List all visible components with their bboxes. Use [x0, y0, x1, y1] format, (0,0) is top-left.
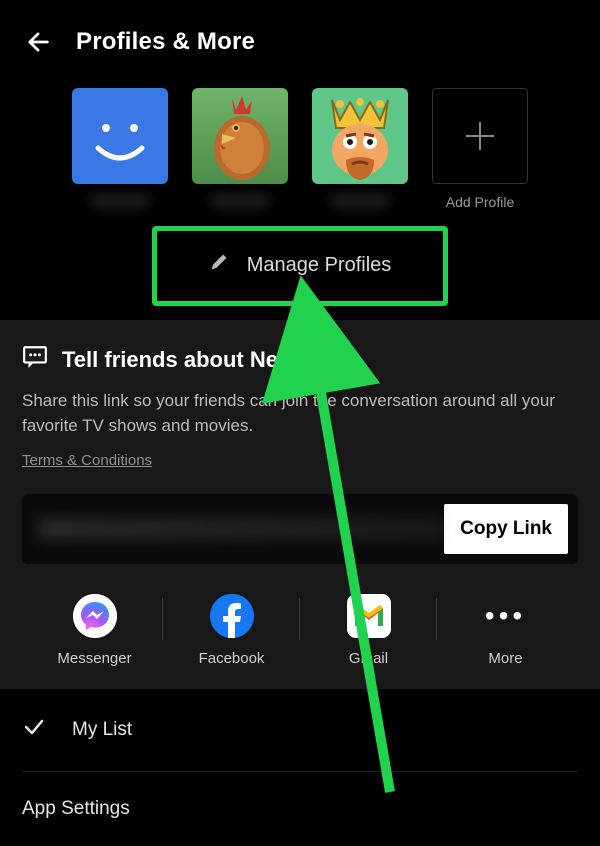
profile-tile[interactable] — [312, 88, 408, 212]
add-profile-label: Add Profile — [446, 194, 514, 210]
menu-item-label: App Settings — [22, 798, 130, 820]
share-card: Tell friends about Netflix. Share this l… — [0, 320, 600, 689]
messenger-icon — [73, 594, 117, 638]
share-description: Share this link so your friends can join… — [22, 389, 578, 438]
profile-name — [330, 194, 390, 212]
gmail-icon — [347, 594, 391, 638]
manage-profiles-button[interactable]: Manage Profiles — [169, 234, 432, 296]
facebook-icon — [210, 594, 254, 638]
menu-my-list[interactable]: My List — [22, 689, 578, 772]
plus-icon[interactable] — [432, 88, 528, 184]
more-icon: ••• — [485, 594, 526, 638]
share-target-facebook[interactable]: Facebook — [163, 594, 300, 667]
profiles-row: Add Profile — [0, 76, 600, 222]
share-target-label: More — [488, 650, 522, 667]
share-target-label: Facebook — [199, 650, 265, 667]
manage-profiles-label: Manage Profiles — [247, 254, 392, 277]
share-link-text — [38, 518, 444, 540]
profile-tile[interactable] — [72, 88, 168, 212]
terms-conditions-link[interactable]: Terms & Conditions — [22, 452, 152, 469]
add-profile-tile[interactable]: Add Profile — [432, 88, 528, 210]
share-link-box: Copy Link — [22, 494, 578, 564]
menu-app-settings[interactable]: App Settings — [22, 772, 578, 846]
profile-tile[interactable] — [192, 88, 288, 212]
back-arrow-icon[interactable] — [24, 28, 52, 56]
avatar-chicken-icon — [192, 88, 288, 184]
share-target-label: Messenger — [57, 650, 131, 667]
profile-name — [90, 194, 150, 212]
avatar-king-icon — [312, 88, 408, 184]
share-targets-row: Messenger Facebook Gmail — [22, 594, 578, 667]
avatar-smiley-icon — [72, 88, 168, 184]
share-target-messenger[interactable]: Messenger — [26, 594, 163, 667]
pencil-icon — [209, 252, 229, 278]
share-target-gmail[interactable]: Gmail — [300, 594, 437, 667]
copy-link-button[interactable]: Copy Link — [444, 504, 568, 554]
profile-name — [210, 194, 270, 212]
share-title: Tell friends about Netflix. — [62, 347, 323, 373]
share-target-more[interactable]: ••• More — [437, 594, 574, 667]
share-target-label: Gmail — [349, 650, 388, 667]
menu-item-label: My List — [72, 719, 132, 741]
check-icon — [22, 715, 46, 745]
page-title: Profiles & More — [76, 28, 255, 56]
speech-bubble-icon — [22, 344, 48, 375]
